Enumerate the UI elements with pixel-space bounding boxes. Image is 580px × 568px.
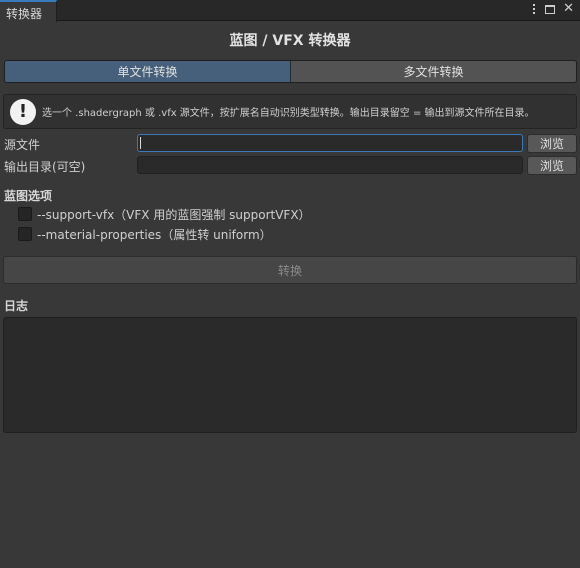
material-properties-checkbox[interactable] [18,227,32,241]
output-browse-button[interactable]: 浏览 [527,156,577,175]
window-tab-label: 转换器 [6,7,43,21]
source-browse-button[interactable]: 浏览 [527,134,577,153]
log-output[interactable] [3,317,577,433]
log-title: 日志 [4,299,29,313]
help-text: 选一个 .shadergraph 或 .vfx 源文件，按扩展名自动识别类型转换… [42,108,535,119]
convert-button[interactable]: 转换 [3,256,577,284]
page-title: 蓝图 / VFX 转换器 [229,33,351,49]
mode-toggle: 单文件转换 多文件转换 [4,60,577,83]
output-dir-input[interactable] [137,156,523,174]
info-exclamation-icon: ! [10,98,36,125]
support-vfx-label: --support-vfx（VFX 用的蓝图强制 supportVFX） [37,207,311,222]
material-properties-label: --material-properties（属性转 uniform） [37,227,272,242]
support-vfx-checkbox[interactable] [18,207,32,221]
source-file-row: 源文件 浏览 [4,134,577,154]
output-dir-label: 输出目录(可空) [4,160,86,174]
text-caret [140,137,141,149]
help-box: ! 选一个 .shadergraph 或 .vfx 源文件，按扩展名自动识别类型… [3,94,577,129]
window-tab[interactable]: 转换器 [0,0,57,22]
source-file-label: 源文件 [4,138,41,152]
tab-multi-file[interactable]: 多文件转换 [290,61,576,82]
source-file-input[interactable] [137,134,523,152]
options-title: 蓝图选项 [4,189,53,203]
option-support-vfx[interactable]: --support-vfx（VFX 用的蓝图强制 supportVFX） [18,206,311,222]
maximize-icon[interactable] [545,4,556,14]
window-titlebar: 转换器 ✕ [0,0,580,22]
output-dir-row: 输出目录(可空) 浏览 [4,156,577,176]
tab-single-file[interactable]: 单文件转换 [5,61,290,82]
close-icon[interactable]: ✕ [563,2,574,15]
window-controls: ✕ [531,2,574,15]
option-material-properties[interactable]: --material-properties（属性转 uniform） [18,226,272,242]
more-vertical-icon[interactable] [531,4,537,14]
